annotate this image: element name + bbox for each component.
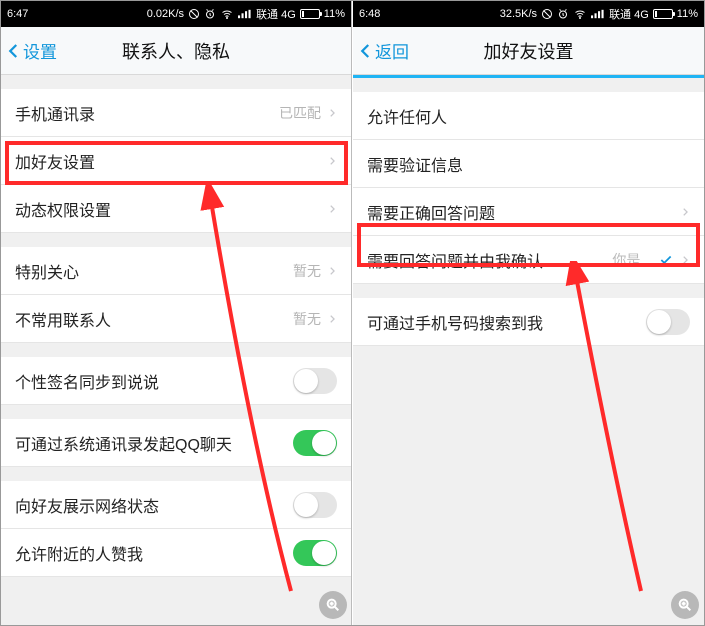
row-label: 需要正确回答问题	[367, 200, 680, 224]
back-label: 设置	[23, 38, 57, 63]
row-label: 加好友设置	[15, 149, 327, 173]
row-verify[interactable]: 需要验证信息	[353, 140, 704, 188]
status-time: 6:48	[359, 8, 380, 20]
row-label: 不常用联系人	[15, 307, 293, 331]
chevron-right-icon	[327, 202, 337, 216]
row-phone-search[interactable]: 可通过手机号码搜索到我	[353, 298, 704, 346]
magnify-icon	[671, 591, 699, 619]
battery-icon	[653, 9, 673, 19]
wifi-icon	[573, 8, 587, 20]
battery-icon	[300, 9, 320, 19]
chevron-right-icon	[327, 154, 337, 168]
row-sub: 已匹配	[279, 103, 321, 123]
row-label: 需要回答问题并由我确认	[367, 248, 612, 272]
row-label: 特别关心	[15, 259, 293, 283]
nav-bar: 设置 联系人、隐私	[1, 27, 351, 75]
signal-icon	[238, 8, 252, 20]
row-syscontacts[interactable]: 可通过系统通讯录发起QQ聊天	[1, 419, 351, 467]
alarm-icon	[557, 8, 569, 20]
row-anyone[interactable]: 允许任何人	[353, 92, 704, 140]
row-addfriend[interactable]: 加好友设置	[1, 137, 351, 185]
status-time: 6:47	[7, 8, 28, 20]
row-nearby[interactable]: 允许附近的人赞我	[1, 529, 351, 577]
status-speed: 0.02K/s	[147, 8, 184, 20]
status-carrier: 联通 4G	[609, 6, 649, 22]
chevron-left-icon	[357, 40, 375, 62]
back-button[interactable]: 设置	[1, 38, 57, 63]
row-label: 向好友展示网络状态	[15, 493, 293, 517]
chevron-right-icon	[680, 253, 690, 267]
chevron-right-icon	[680, 205, 690, 219]
toggle-on[interactable]	[293, 430, 337, 456]
back-label: 返回	[375, 38, 409, 63]
row-uncommon[interactable]: 不常用联系人 暂无	[1, 295, 351, 343]
row-special[interactable]: 特别关心 暂无	[1, 247, 351, 295]
status-carrier: 联通 4G	[256, 6, 296, 22]
row-network[interactable]: 向好友展示网络状态	[1, 481, 351, 529]
row-answer[interactable]: 需要正确回答问题	[353, 188, 704, 236]
row-label: 可通过手机号码搜索到我	[367, 310, 646, 334]
row-confirm[interactable]: 需要回答问题并由我确认 你是...	[353, 236, 704, 284]
row-label: 个性签名同步到说说	[15, 369, 293, 393]
wifi-icon	[220, 8, 234, 20]
row-label: 动态权限设置	[15, 197, 327, 221]
chevron-right-icon	[327, 312, 337, 326]
row-sub: 暂无	[293, 309, 321, 329]
status-speed: 32.5K/s	[500, 8, 537, 20]
row-signature[interactable]: 个性签名同步到说说	[1, 357, 351, 405]
mute-icon	[188, 8, 200, 20]
toggle-on[interactable]	[293, 540, 337, 566]
status-bar: 6:47 0.02K/s 联通 4G 11%	[1, 1, 351, 27]
mute-icon	[541, 8, 553, 20]
row-sub: 暂无	[293, 261, 321, 281]
status-battery: 11%	[324, 8, 345, 20]
row-sub: 你是...	[612, 250, 652, 270]
check-icon	[658, 253, 674, 267]
status-bar: 6:48 32.5K/s 联通 4G 11%	[353, 1, 704, 27]
row-label: 允许任何人	[367, 104, 690, 128]
row-label: 需要验证信息	[367, 152, 690, 176]
accent-line	[353, 75, 704, 78]
toggle-off[interactable]	[293, 368, 337, 394]
nav-bar: 返回 加好友设置	[353, 27, 704, 75]
row-label: 允许附近的人赞我	[15, 541, 293, 565]
toggle-off[interactable]	[646, 309, 690, 335]
status-battery: 11%	[677, 8, 698, 20]
row-dynamic[interactable]: 动态权限设置	[1, 185, 351, 233]
chevron-right-icon	[327, 264, 337, 278]
row-label: 手机通讯录	[15, 101, 279, 125]
chevron-right-icon	[327, 106, 337, 120]
toggle-off[interactable]	[293, 492, 337, 518]
row-contacts[interactable]: 手机通讯录 已匹配	[1, 89, 351, 137]
magnify-icon	[319, 591, 347, 619]
back-button[interactable]: 返回	[353, 38, 409, 63]
alarm-icon	[204, 8, 216, 20]
signal-icon	[591, 8, 605, 20]
row-label: 可通过系统通讯录发起QQ聊天	[15, 431, 293, 455]
chevron-left-icon	[5, 40, 23, 62]
